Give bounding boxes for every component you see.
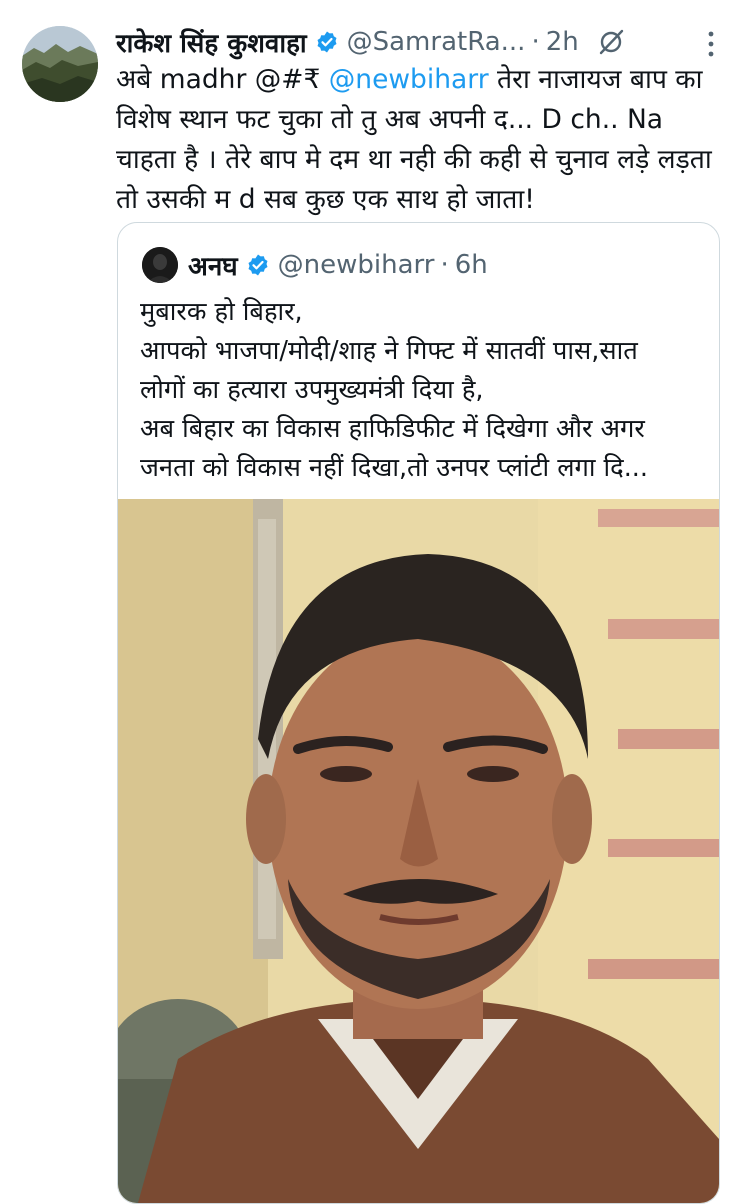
text-segment: चाहता है । तेरे बाप मे दम था नही की कही … bbox=[116, 144, 712, 175]
separator-dot: · bbox=[440, 250, 449, 280]
author-name[interactable]: राकेश सिंह कुशवाहा bbox=[116, 24, 307, 60]
tweet-header: राकेश सिंह कुशवाहा @SamratRa... · 2h bbox=[116, 22, 722, 62]
tweet-time[interactable]: 2h bbox=[546, 27, 579, 57]
quoted-text-line: मुबारक हो बिहार, bbox=[140, 297, 303, 327]
quoted-text-line: आपको भाजपा/मोदी/शाह ने गिफ्ट में सातवीं … bbox=[140, 336, 638, 366]
tweet-text: अबे madhr @#₹ @newbiharr तेरा नाजायज बाप… bbox=[116, 60, 724, 220]
tweet-text-line: विशेष स्थान फट चुका तो तु अब अपनी द... D… bbox=[116, 100, 724, 140]
quoted-tweet-time[interactable]: 6h bbox=[455, 250, 488, 280]
verified-badge-icon bbox=[317, 31, 337, 53]
author-avatar[interactable] bbox=[22, 26, 98, 102]
quoted-text-line: जनता को विकास नहीं दिखा,तो उनपर प्लांटी … bbox=[140, 453, 649, 483]
tweet[interactable]: राकेश सिंह कुशवाहा @SamratRa... · 2h अबे… bbox=[0, 0, 742, 1204]
tweet-text-line: अबे madhr @#₹ @newbiharr तेरा नाजायज बाप… bbox=[116, 60, 724, 100]
quoted-tweet-header: अनघ @newbiharr · 6h bbox=[142, 245, 488, 285]
quoted-tweet[interactable]: अनघ @newbiharr · 6h मुबारक हो बिहार, आपक… bbox=[117, 222, 720, 1204]
text-segment: अबे madhr @#₹ bbox=[116, 64, 329, 95]
mention-link[interactable]: @newbiharr bbox=[329, 64, 489, 95]
quoted-author-avatar[interactable] bbox=[142, 247, 178, 283]
grok-icon[interactable] bbox=[597, 28, 625, 56]
quoted-author-name[interactable]: अनघ bbox=[188, 247, 238, 283]
quoted-author-handle[interactable]: @newbiharr bbox=[278, 250, 435, 280]
tweet-text-line: चाहता है । तेरे बाप मे दम था नही की कही … bbox=[116, 140, 724, 180]
tweet-text-line: तो उसकी म d सब कुछ एक साथ हो जाता! bbox=[116, 180, 724, 220]
text-segment: तेरा नाजायज बाप का bbox=[488, 64, 703, 95]
author-handle[interactable]: @SamratRa... bbox=[347, 27, 526, 57]
quoted-text-line: अब बिहार का विकास हाफिडिफीट में दिखेगा औ… bbox=[140, 414, 645, 444]
text-segment: तो उसकी म d सब कुछ एक साथ हो जाता! bbox=[116, 184, 535, 215]
verified-badge-icon bbox=[248, 254, 268, 276]
text-segment: विशेष स्थान फट चुका तो तु अब अपनी द... D… bbox=[116, 104, 664, 135]
quoted-tweet-text: मुबारक हो बिहार, आपको भाजपा/मोदी/शाह ने … bbox=[140, 293, 708, 488]
more-options-icon[interactable] bbox=[706, 30, 716, 58]
quoted-text-line: लोगों का हत्यारा उपमुख्यमंत्री दिया है, bbox=[140, 375, 484, 405]
quoted-tweet-photo[interactable] bbox=[118, 499, 719, 1203]
separator-dot: · bbox=[531, 27, 540, 57]
